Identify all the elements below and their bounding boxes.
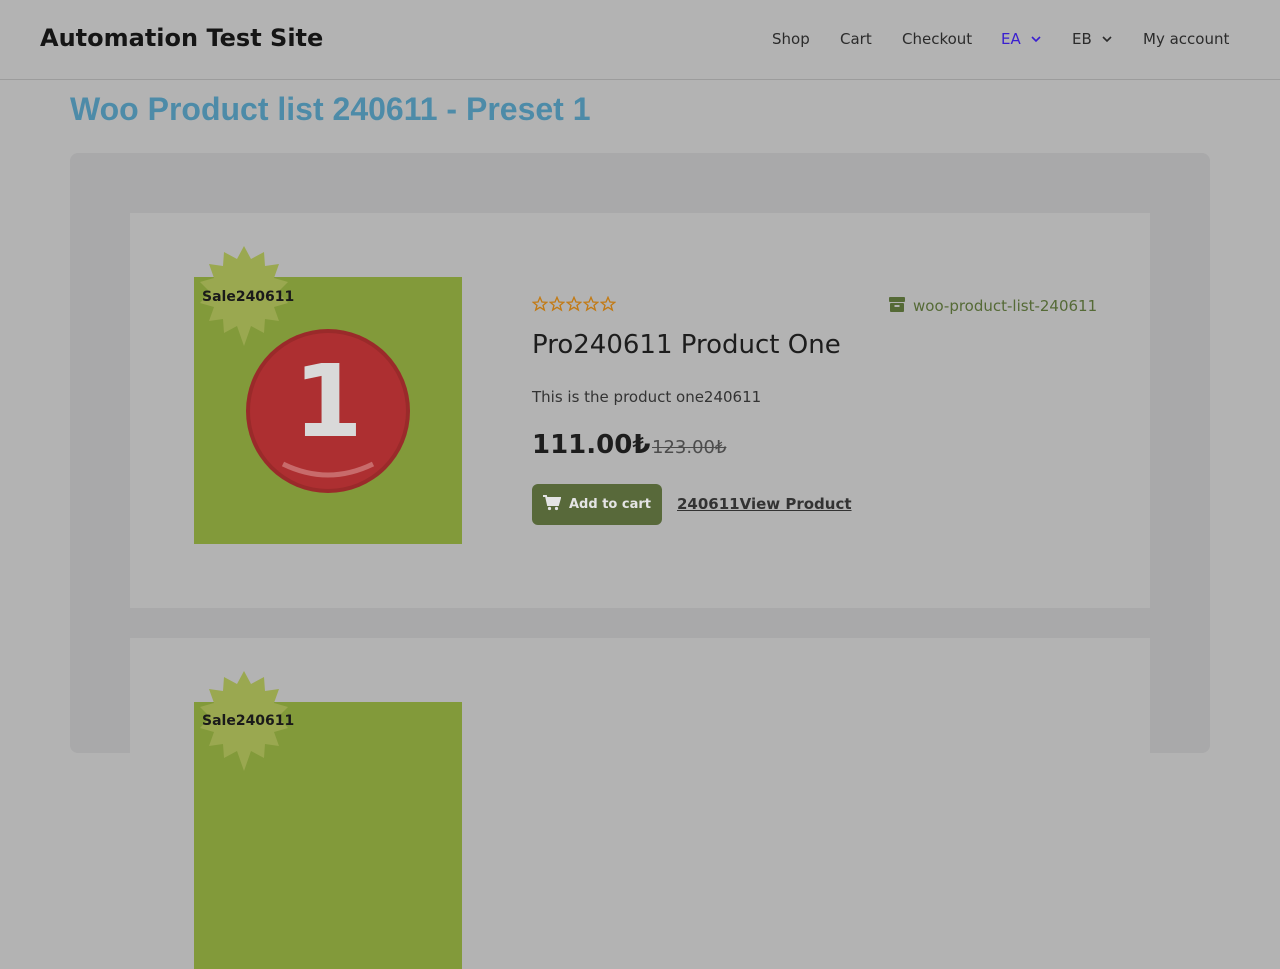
sale-badge: Sale240611 <box>202 289 295 305</box>
nav-ea-label: EA <box>1001 30 1021 48</box>
site-header: Automation Test Site Shop Cart Checkout … <box>0 0 1280 80</box>
regular-price: 123.00₺ <box>652 437 727 458</box>
product-title[interactable]: Pro240611 Product One <box>532 330 841 360</box>
chevron-down-icon <box>1102 35 1112 43</box>
box-icon <box>889 296 905 316</box>
star-rating <box>532 296 616 312</box>
product-description: This is the product one240611 <box>532 388 762 406</box>
star-outline-icon <box>549 296 565 312</box>
nav-checkout[interactable]: Checkout <box>902 30 972 48</box>
sale-badge: Sale240611 <box>202 713 295 729</box>
star-outline-icon <box>600 296 616 312</box>
add-to-cart-label: Add to cart <box>569 497 651 512</box>
category-label: woo-product-list-240611 <box>913 297 1098 315</box>
sale-price: 111.00₺ <box>532 430 651 460</box>
nav-shop[interactable]: Shop <box>772 30 810 48</box>
main-nav: Shop Cart Checkout EA EB My account <box>0 30 1280 52</box>
nav-eb-label: EB <box>1072 30 1092 48</box>
star-outline-icon <box>532 296 548 312</box>
cart-icon <box>543 494 562 515</box>
nav-eb[interactable]: EB <box>1072 30 1112 48</box>
view-product-link[interactable]: 240611View Product <box>677 495 852 513</box>
image-number-text: 1 <box>293 343 363 460</box>
nav-cart[interactable]: Cart <box>840 30 872 48</box>
add-to-cart-button[interactable]: Add to cart <box>532 484 662 525</box>
product-category-link[interactable]: woo-product-list-240611 <box>889 296 1097 316</box>
nav-my-account[interactable]: My account <box>1143 30 1229 48</box>
page-title: Woo Product list 240611 - Preset 1 <box>70 91 591 127</box>
star-outline-icon <box>566 296 582 312</box>
star-outline-icon <box>583 296 599 312</box>
chevron-down-icon <box>1031 35 1041 43</box>
nav-ea[interactable]: EA <box>1001 30 1041 48</box>
